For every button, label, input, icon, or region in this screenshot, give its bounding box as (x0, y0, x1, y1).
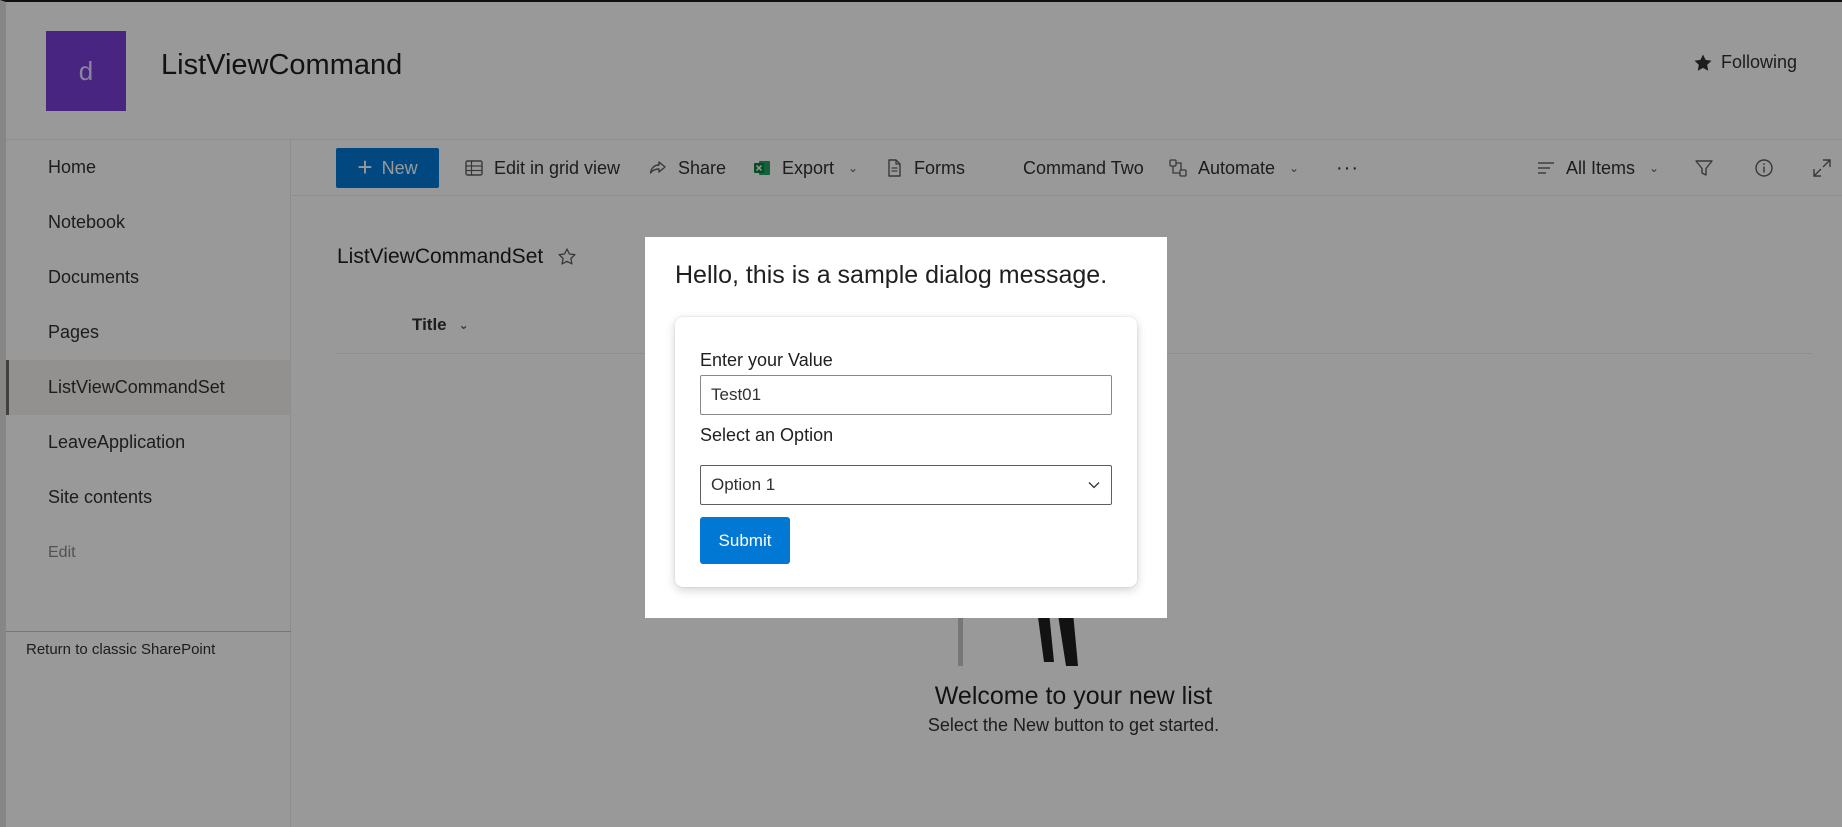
option-field-label: Select an Option (700, 425, 834, 445)
value-input[interactable] (700, 375, 1112, 415)
option-selected-value: Option 1 (711, 475, 776, 494)
option-dropdown[interactable]: Option 1 (700, 465, 1112, 505)
value-field-label: Enter your Value (700, 350, 833, 370)
submit-button[interactable]: Submit (700, 517, 790, 564)
dialog-form-card: Enter your Value Select an Option Option… (675, 317, 1137, 587)
dialog-message: Hello, this is a sample dialog message. (675, 261, 1108, 289)
sample-dialog: Hello, this is a sample dialog message. … (645, 237, 1167, 618)
chevron-down-icon (1088, 482, 1100, 489)
